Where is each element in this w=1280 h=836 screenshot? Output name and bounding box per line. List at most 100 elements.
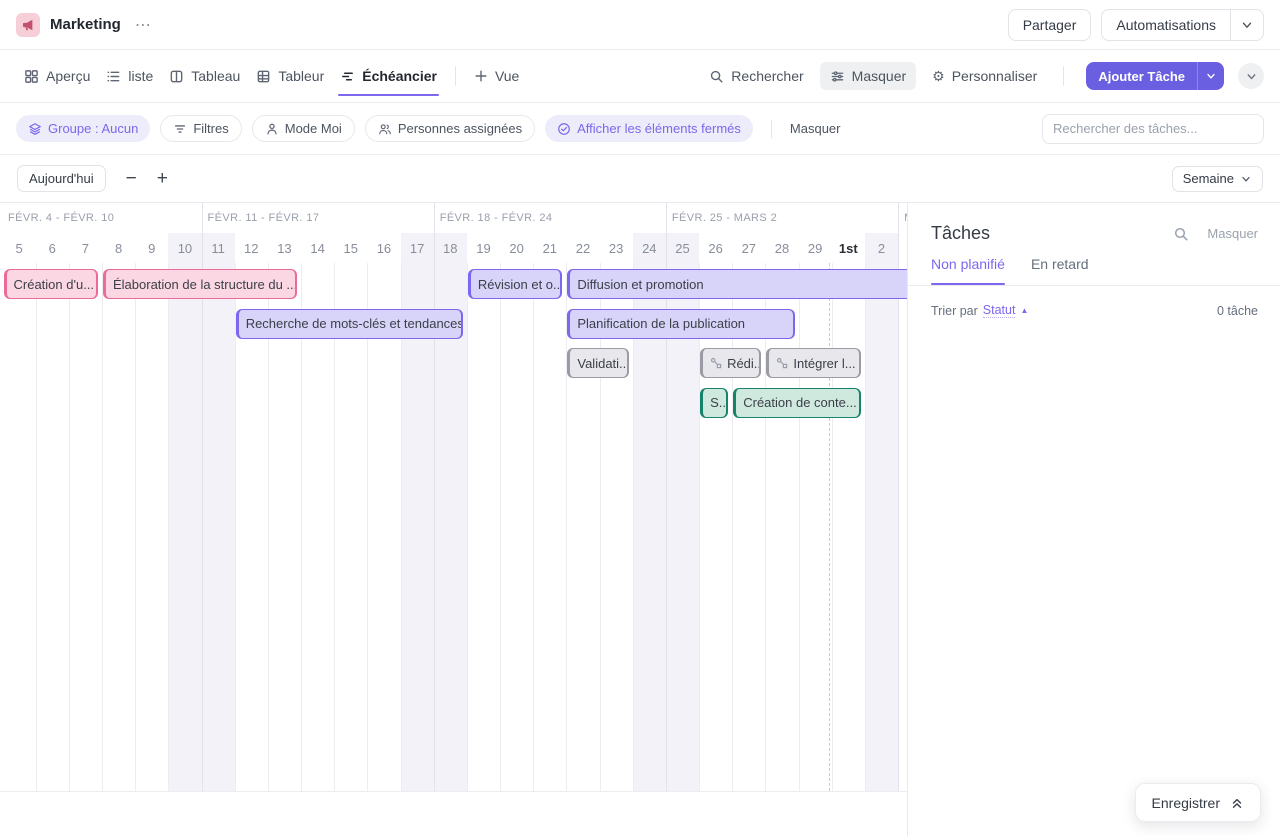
day-gridline — [832, 263, 833, 791]
range-label: Semaine — [1183, 171, 1234, 186]
gear-icon: ⚙ — [932, 68, 945, 85]
tab-unscheduled[interactable]: Non planifié — [931, 256, 1005, 285]
task-bar[interactable]: Élaboration de la structure du ... — [103, 269, 297, 299]
range-select[interactable]: Semaine — [1172, 166, 1263, 192]
me-mode-label: Mode Moi — [285, 121, 342, 136]
more-menu-icon[interactable]: ⋯ — [135, 15, 153, 35]
tab-spreadsheet[interactable]: Tableur — [248, 50, 332, 102]
day-header-label: 5 — [3, 233, 36, 263]
show-closed-pill[interactable]: Afficher les éléments fermés — [545, 115, 753, 142]
board-icon — [169, 69, 184, 84]
hide-button[interactable]: Masquer — [820, 62, 916, 90]
weekend-column — [865, 233, 898, 791]
task-bar-label: Recherche de mots-clés et tendances — [246, 316, 463, 331]
content-area: 5678910111213141516171819202122232425262… — [0, 202, 1280, 836]
sort-by-label: Trier par — [931, 304, 978, 318]
person-icon — [265, 122, 279, 136]
chevron-down-icon — [1245, 70, 1258, 83]
task-bar-label: Intégrer l... — [793, 356, 855, 371]
table-icon — [256, 69, 271, 84]
day-header-label: 13 — [268, 233, 301, 263]
search-button[interactable]: Rechercher — [699, 62, 813, 90]
tab-overview[interactable]: Aperçu — [16, 50, 98, 102]
task-bar[interactable]: Recherche de mots-clés et tendances — [236, 309, 463, 339]
day-gridline — [401, 263, 402, 791]
day-gridline — [102, 263, 103, 791]
automations-label[interactable]: Automatisations — [1102, 10, 1230, 40]
search-icon — [709, 69, 724, 84]
search-icon[interactable] — [1173, 226, 1189, 242]
collapse-toolbar-button[interactable] — [1238, 63, 1264, 89]
today-button[interactable]: Aujourd'hui — [17, 165, 106, 192]
search-label: Rechercher — [731, 68, 803, 84]
automations-button[interactable]: Automatisations — [1101, 9, 1264, 41]
day-gridline — [533, 263, 534, 791]
day-header-label: 10 — [168, 233, 201, 263]
day-header-label: 6 — [36, 233, 69, 263]
task-bar[interactable]: Validati... — [567, 348, 628, 378]
chevron-down-icon — [1240, 173, 1252, 185]
task-bar[interactable]: Planification de la publication — [567, 309, 794, 339]
page-title: Marketing — [50, 16, 121, 33]
sort-field-button[interactable]: Statut — [983, 303, 1016, 318]
day-gridline — [235, 263, 236, 791]
zoom-in-button[interactable]: + — [157, 169, 168, 188]
group-by-pill[interactable]: Groupe : Aucun — [16, 115, 150, 142]
timeline-icon — [340, 69, 355, 84]
day-header-label: 28 — [765, 233, 798, 263]
show-closed-label: Afficher les éléments fermés — [577, 121, 741, 136]
day-gridline — [135, 263, 136, 791]
day-header-label: 24 — [633, 233, 666, 263]
task-bar[interactable]: Révision et o... — [468, 269, 563, 299]
task-bar[interactable]: Diffusion et promotion — [567, 269, 907, 299]
add-task-button[interactable]: Ajouter Tâche — [1086, 62, 1224, 90]
task-bar[interactable]: Création de conte... — [733, 388, 861, 418]
save-button[interactable]: Enregistrer — [1135, 783, 1261, 822]
add-task-label[interactable]: Ajouter Tâche — [1086, 62, 1197, 90]
filters-pill[interactable]: Filtres — [160, 115, 241, 142]
tab-board[interactable]: Tableau — [161, 50, 248, 102]
hide-filters-button[interactable]: Masquer — [790, 121, 841, 136]
zoom-out-button[interactable]: − — [126, 169, 137, 188]
task-bar[interactable]: Intégrer l... — [766, 348, 861, 378]
hide-label: Masquer — [852, 68, 906, 84]
task-bar[interactable]: Création d'u... — [4, 269, 99, 299]
customize-label: Personnaliser — [952, 68, 1038, 84]
task-bar-label: S... — [710, 395, 728, 410]
chevron-down-icon[interactable] — [1230, 10, 1263, 40]
task-bar-label: Diffusion et promotion — [577, 277, 703, 292]
task-bar[interactable]: Rédi... — [700, 348, 761, 378]
people-icon — [378, 122, 392, 136]
customize-button[interactable]: ⚙ Personnaliser — [922, 62, 1047, 91]
day-header-label: 14 — [301, 233, 334, 263]
tab-board-label: Tableau — [191, 68, 240, 84]
me-mode-pill[interactable]: Mode Moi — [252, 115, 355, 142]
sliders-icon — [830, 69, 845, 84]
add-view-button[interactable]: Vue — [466, 50, 527, 102]
hide-panel-button[interactable]: Masquer — [1207, 226, 1258, 241]
week-header-label: FÉVR. 4 - FÉVR. 10 — [8, 203, 114, 233]
tab-timeline[interactable]: Échéancier — [332, 50, 445, 102]
sort-asc-icon[interactable]: ▲ — [1020, 306, 1028, 315]
day-header-label: 2 — [865, 233, 898, 263]
day-gridline — [600, 263, 601, 791]
tab-spreadsheet-label: Tableur — [278, 68, 324, 84]
day-header-label: 21 — [533, 233, 566, 263]
task-search-input[interactable] — [1042, 114, 1264, 144]
task-bar-label: Planification de la publication — [577, 316, 745, 331]
day-header-label: 26 — [699, 233, 732, 263]
plus-icon — [474, 69, 488, 83]
day-gridline — [765, 263, 766, 791]
task-bar[interactable]: S... — [700, 388, 728, 418]
day-header-label: 16 — [367, 233, 400, 263]
day-gridline — [268, 263, 269, 791]
share-button[interactable]: Partager — [1008, 9, 1092, 41]
tasks-panel-title: Tâches — [931, 223, 990, 244]
tab-list[interactable]: liste — [98, 50, 161, 102]
day-header-label: 1st — [832, 233, 865, 263]
day-gridline — [732, 263, 733, 791]
week-boundary-line — [434, 203, 435, 791]
chevron-down-icon[interactable] — [1197, 62, 1224, 90]
tab-overdue[interactable]: En retard — [1031, 256, 1089, 285]
assignees-pill[interactable]: Personnes assignées — [365, 115, 535, 142]
